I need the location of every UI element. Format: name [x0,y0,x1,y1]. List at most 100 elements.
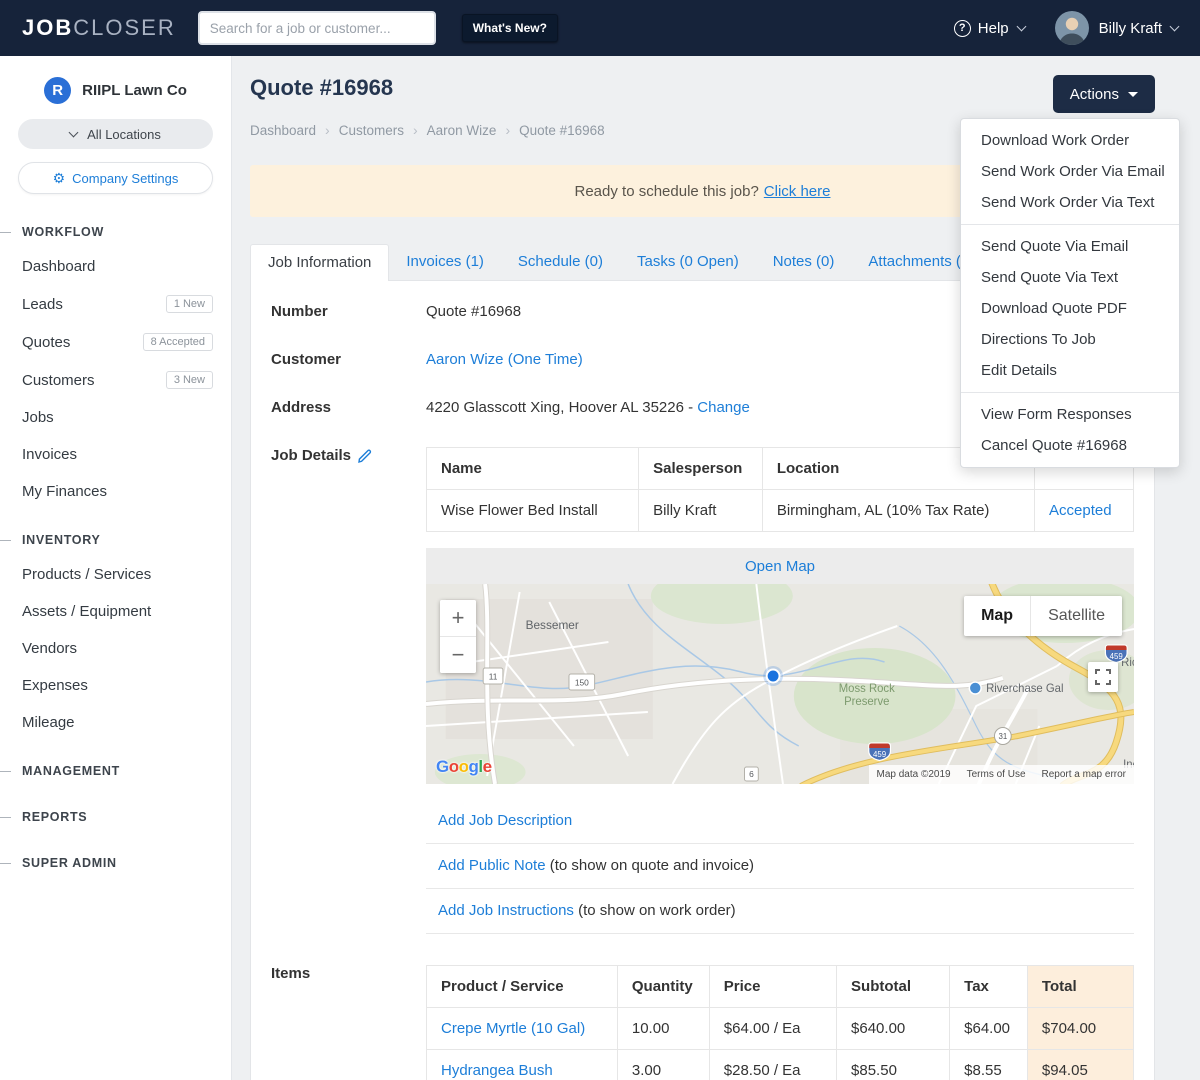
caret-down-icon [1128,91,1138,97]
quotes-badge: 8 Accepted [142,333,213,351]
breadcrumb-current: Quote #16968 [519,122,605,138]
us-31-shield: 31 [993,727,1012,745]
menu-item-send-work-order-email[interactable]: Send Work Order Via Email [961,156,1179,187]
map-data-text: Map data ©2019 [876,769,951,780]
section-super-admin[interactable]: SUPER ADMIN [0,847,231,879]
add-job-description-link[interactable]: Add Job Description [438,812,572,829]
tab-schedule[interactable]: Schedule (0) [501,244,620,280]
company-settings-button[interactable]: ⚙ Company Settings [18,162,213,194]
sidebar-item-jobs[interactable]: Jobs [0,399,231,436]
map-section: Open Map Bessemer Moss Rock Preserve Riv… [426,548,1134,784]
job-col-salesperson: Salesperson [638,447,763,490]
actions-button[interactable]: Actions [1052,75,1155,113]
menu-item-edit-details[interactable]: Edit Details [961,355,1179,386]
tab-tasks[interactable]: Tasks (0 Open) [620,244,756,280]
map-type-control: Map Satellite [964,596,1122,636]
tab-notes[interactable]: Notes (0) [756,244,852,280]
map-label-preserve: Preserve [844,696,889,708]
menu-item-view-form-responses[interactable]: View Form Responses [961,399,1179,430]
sidebar-item-vendors[interactable]: Vendors [0,630,231,667]
map-type-map-button[interactable]: Map [964,596,1031,636]
leads-badge: 1 New [165,295,213,313]
add-links: Add Job Description Add Public Note (to … [426,799,1134,934]
product-link[interactable]: Crepe Myrtle (10 Gal) [441,1020,585,1037]
sidebar-item-assets-equipment[interactable]: Assets / Equipment [0,593,231,630]
edit-pencil-icon[interactable] [358,449,372,463]
menu-item-send-work-order-text[interactable]: Send Work Order Via Text [961,187,1179,218]
menu-item-send-quote-email[interactable]: Send Quote Via Email [961,231,1179,262]
breadcrumb-customers[interactable]: Customers [339,123,404,138]
banner-text: Ready to schedule this job? [574,182,759,200]
menu-item-download-work-order[interactable]: Download Work Order [961,125,1179,156]
product-link[interactable]: Hydrangea Bush [441,1062,553,1079]
items-col-price: Price [708,965,838,1008]
schedule-click-here-link[interactable]: Click here [764,183,831,200]
job-salesperson-cell: Billy Kraft [638,489,763,532]
add-public-note-link[interactable]: Add Public Note [438,857,546,874]
breadcrumb-dashboard[interactable]: Dashboard [250,123,316,138]
svg-text:11: 11 [489,671,498,681]
app-logo[interactable]: JOBCLOSER [22,15,176,41]
interstate-459-shield: 459 [1104,644,1128,664]
section-workflow[interactable]: WORKFLOW [0,216,231,248]
user-menu[interactable]: Billy Kraft [1054,11,1180,45]
sidebar-item-leads[interactable]: Leads 1 New [0,285,231,323]
menu-item-send-quote-text[interactable]: Send Quote Via Text [961,262,1179,293]
tax-cell: $64.00 [949,1007,1028,1050]
menu-item-download-quote-pdf[interactable]: Download Quote PDF [961,293,1179,324]
map[interactable]: Bessemer Moss Rock Preserve Riverchase G… [426,584,1134,784]
address-label: Address [271,399,332,416]
table-row: Wise Flower Bed Install Billy Kraft Birm… [425,489,1134,532]
terms-of-use-link[interactable]: Terms of Use [967,769,1026,780]
list-item: Add Job Description [426,799,1134,844]
status-badge: Accepted [1034,489,1134,532]
svg-text:459: 459 [873,750,887,759]
change-address-link[interactable]: Change [697,399,750,416]
sidebar-item-customers[interactable]: Customers 3 New [0,361,231,399]
subtotal-cell: $640.00 [836,1007,951,1050]
sidebar-item-invoices[interactable]: Invoices [0,436,231,473]
menu-item-cancel-quote[interactable]: Cancel Quote #16968 [961,430,1179,461]
customer-link[interactable]: Aaron Wize (One Time) [426,351,583,368]
tab-invoices[interactable]: Invoices (1) [389,244,501,280]
sidebar-item-quotes[interactable]: Quotes 8 Accepted [0,323,231,361]
section-management[interactable]: MANAGEMENT [0,755,231,787]
number-label: Number [271,303,328,320]
sidebar-item-my-finances[interactable]: My Finances [0,473,231,510]
add-job-instructions-link[interactable]: Add Job Instructions [438,902,574,919]
company-header: R RIIPL Lawn Co [0,56,231,108]
help-menu[interactable]: ? Help [953,19,1027,37]
zoom-in-button[interactable]: + [440,600,476,636]
tab-job-information[interactable]: Job Information [250,244,390,281]
zoom-out-button[interactable]: − [440,637,476,673]
breadcrumb-customer[interactable]: Aaron Wize [427,123,497,138]
help-icon: ? [953,19,971,37]
google-logo[interactable]: Google [436,757,492,777]
search-input[interactable] [197,11,436,45]
locations-dropdown[interactable]: All Locations [18,119,213,149]
map-type-satellite-button[interactable]: Satellite [1030,596,1122,636]
poi-icon [968,681,982,695]
open-map-link[interactable]: Open Map [745,558,815,575]
sidebar-item-mileage[interactable]: Mileage [0,704,231,741]
section-inventory[interactable]: INVENTORY [0,524,231,556]
help-label: Help [977,19,1009,37]
job-name-cell: Wise Flower Bed Install [425,489,640,532]
menu-item-directions-to-job[interactable]: Directions To Job [961,324,1179,355]
sidebar-item-dashboard[interactable]: Dashboard [0,248,231,285]
chevron-down-icon [68,127,79,137]
breadcrumb-separator: › [412,122,418,138]
chevron-down-icon [1016,21,1027,31]
map-attribution: Map data ©2019 Terms of Use Report a map… [868,765,1134,784]
report-map-error-link[interactable]: Report a map error [1042,769,1126,780]
whats-new-button[interactable]: What's New? [461,14,558,42]
section-reports[interactable]: REPORTS [0,801,231,833]
items-table: Product / Service Quantity Price Subtota… [426,965,1135,1080]
table-row: Hydrangea Bush 3.00 $28.50 / Ea $85.50 $… [426,1049,1135,1080]
fullscreen-button[interactable] [1088,662,1118,692]
company-logo: R [44,77,72,104]
job-col-name: Name [425,447,640,490]
sidebar-item-products-services[interactable]: Products / Services [0,556,231,593]
items-label: Items [271,965,311,982]
sidebar-item-expenses[interactable]: Expenses [0,667,231,704]
